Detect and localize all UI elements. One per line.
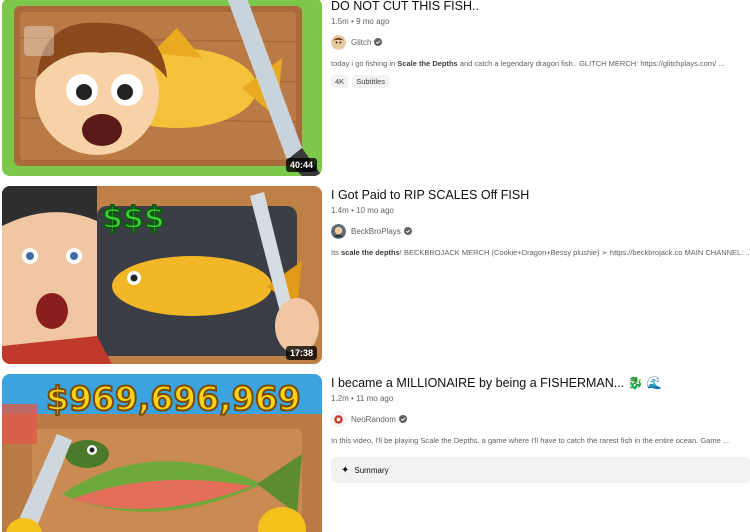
- meta-separator: •: [351, 394, 354, 403]
- video-thumbnail-1[interactable]: 40:44: [2, 0, 322, 176]
- verified-check-icon: [403, 227, 412, 235]
- video-thumbnail-3[interactable]: $969,696,969: [2, 374, 322, 532]
- channel-row-2[interactable]: BeckBroPlays: [331, 223, 750, 239]
- upload-age: 11 mo ago: [356, 394, 394, 403]
- channel-row-1[interactable]: Glitch: [331, 34, 750, 50]
- channel-name[interactable]: BeckBroPlays: [351, 227, 401, 236]
- video-thumbnail-2[interactable]: $$$ 17:38: [2, 186, 322, 364]
- video-result-3: $969,696,969 I became a MILLIONAIRE by b…: [0, 374, 750, 532]
- badge-subtitles: Subtitles: [352, 75, 389, 88]
- video-result-1: 40:44 DO NOT CUT THIS FISH.. 1.5m • 9 mo…: [0, 0, 750, 180]
- video-description-3: In this video, I'll be playing Scale the…: [331, 436, 730, 445]
- summary-label: Summary: [354, 465, 389, 475]
- video-description-1: today i go fishing in Scale the Depths a…: [331, 59, 725, 68]
- channel-avatar[interactable]: [331, 223, 346, 239]
- meta-separator: •: [351, 17, 354, 26]
- video-duration-2: 17:38: [285, 346, 317, 360]
- video-title-2[interactable]: I Got Paid to RIP SCALES Off FISH: [331, 188, 750, 202]
- view-count: 1.5m: [331, 17, 349, 26]
- thumb-text-3: $969,696,969: [46, 379, 301, 418]
- thumbnail-art-millionaire-fish: $969,696,969: [2, 374, 322, 532]
- video-result-2: $$$ 17:38 I Got Paid to RIP SCALES Off F…: [0, 186, 750, 366]
- channel-avatar[interactable]: [331, 411, 346, 427]
- view-count: 1.4m: [331, 206, 349, 215]
- upload-age: 10 mo ago: [356, 206, 394, 215]
- view-count: 1.2m: [331, 394, 349, 403]
- video-meta-1: 1.5m • 9 mo ago: [331, 17, 750, 27]
- video-duration-1: 40:44: [285, 158, 317, 172]
- badge-list-1: 4K Subtitles: [331, 75, 750, 88]
- thumb-text-2: $$$: [102, 201, 165, 236]
- summary-button[interactable]: ✦ Summary: [331, 457, 750, 483]
- channel-avatar[interactable]: [331, 34, 346, 50]
- upload-age: 9 mo ago: [356, 17, 390, 26]
- verified-check-icon: [374, 38, 383, 46]
- video-title-1[interactable]: DO NOT CUT THIS FISH..: [331, 0, 750, 13]
- video-description-2: Its scale the depths! BECKBROJACK MERCH …: [331, 248, 750, 257]
- video-meta-3: 1.2m • 11 mo ago: [331, 394, 750, 404]
- channel-name[interactable]: NeoRandom: [351, 415, 396, 424]
- verified-check-icon: [398, 415, 407, 423]
- badge-4k: 4K: [331, 75, 349, 88]
- channel-name[interactable]: Glitch: [351, 38, 371, 47]
- channel-row-3[interactable]: NeoRandom: [331, 411, 750, 427]
- meta-separator: •: [351, 206, 354, 215]
- thumbnail-art-fish-cutting-board: [2, 0, 322, 176]
- thumbnail-art-fish-scales: $$$: [2, 186, 322, 364]
- video-meta-2: 1.4m • 10 mo ago: [331, 206, 750, 216]
- video-title-3[interactable]: I became a MILLIONAIRE by being a FISHER…: [331, 376, 750, 390]
- sparkle-icon: ✦: [341, 464, 350, 476]
